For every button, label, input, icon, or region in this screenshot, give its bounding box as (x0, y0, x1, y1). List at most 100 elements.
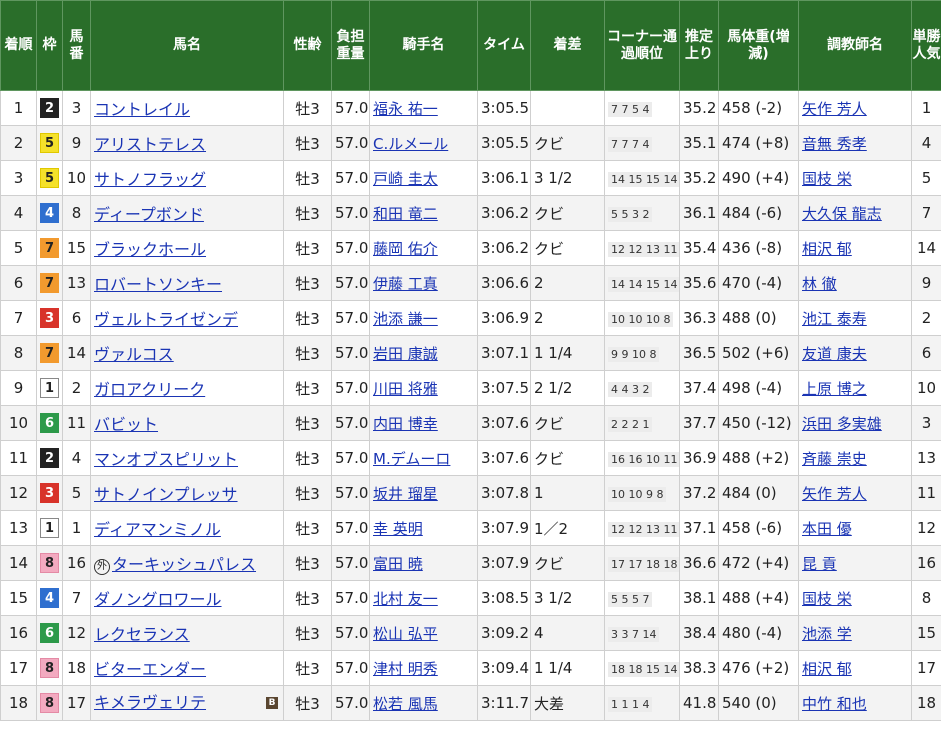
trainer-link[interactable]: 浜田 多実雄 (802, 415, 882, 433)
jockey-link[interactable]: 松山 弘平 (373, 625, 438, 643)
horse-link[interactable]: ブラックホール (94, 240, 206, 259)
umaban-cell: 10 (62, 160, 91, 196)
last3f-cell: 35.2 (679, 160, 719, 196)
umaban-cell: 12 (62, 615, 91, 651)
horse-link[interactable]: ディープボンド (94, 205, 204, 224)
jockey-link[interactable]: 松若 風馬 (373, 695, 438, 713)
trainer-link[interactable]: 国枝 栄 (802, 590, 852, 608)
jockey-link[interactable]: M.デムーロ (373, 450, 450, 468)
horse-link[interactable]: ディアマンミノル (94, 520, 221, 539)
weight-cell: 57.0 (331, 510, 370, 546)
trainer-link[interactable]: 本田 優 (802, 520, 852, 538)
waku-cell: 2 (36, 440, 63, 476)
jockey-link[interactable]: 藤岡 佑介 (373, 240, 438, 258)
horse-link[interactable]: コントレイル (94, 100, 190, 119)
horse-cell: ガロアクリーク (90, 370, 284, 406)
last3f-cell: 35.4 (679, 230, 719, 266)
trainer-link[interactable]: 相沢 郁 (802, 660, 852, 678)
horse-link[interactable]: バビット (94, 415, 158, 434)
last3f-cell: 36.5 (679, 335, 719, 371)
rank-cell: 15 (0, 580, 37, 616)
horse-link[interactable]: レクセランス (94, 625, 190, 644)
corner-positions: 10 10 9 8 (608, 487, 667, 502)
jockey-link[interactable]: 川田 将雅 (373, 380, 438, 398)
bodyweight-cell: 436 (-8) (718, 230, 799, 266)
trainer-link[interactable]: 上原 博之 (802, 380, 867, 398)
table-row: 18 8 17 キメラヴェリテ B 牡3 57.0 松若 風馬 3:11.7 大差 1 1 1 44… (0, 685, 941, 721)
waku-badge: 7 (40, 273, 59, 293)
corner-positions: 12 12 13 11 (608, 242, 679, 257)
jockey-link[interactable]: 津村 明秀 (373, 660, 438, 678)
jockey-link[interactable]: 坂井 瑠星 (373, 485, 438, 503)
horse-link[interactable]: ガロアクリーク (94, 380, 205, 399)
corner-cell: 7 7 5 4 (604, 90, 680, 126)
corner-cell: 17 17 18 18 (604, 545, 680, 581)
jockey-link[interactable]: 内田 博幸 (373, 415, 438, 433)
horse-link[interactable]: マンオブスピリット (94, 450, 238, 469)
jockey-link[interactable]: 池添 謙一 (373, 310, 438, 328)
waku-cell: 4 (36, 195, 63, 231)
horse-link[interactable]: ヴァルコス (94, 345, 174, 364)
time-cell: 3:05.5 (477, 125, 531, 161)
jockey-link[interactable]: 福永 祐一 (373, 100, 438, 118)
jockey-cell: 坂井 瑠星 (369, 475, 478, 511)
trainer-link[interactable]: 池添 学 (802, 625, 852, 643)
horse-link[interactable]: キメラヴェリテ (94, 693, 206, 712)
waku-cell: 6 (36, 405, 63, 441)
table-row: 4 4 8 ディープボンド 牡3 57.0 和田 竜二 3:06.2 クビ 5 5 3 2 36.1… (0, 195, 941, 231)
horse-link[interactable]: ビターエンダー (94, 660, 206, 679)
trainer-link[interactable]: 矢作 芳人 (802, 485, 867, 503)
horse-link[interactable]: ロバートソンキー (94, 275, 222, 294)
trainer-link[interactable]: 昆 貢 (802, 555, 837, 573)
waku-badge: 4 (40, 588, 59, 608)
jockey-link[interactable]: 幸 英明 (373, 520, 423, 538)
jockey-cell: M.デムーロ (369, 440, 478, 476)
table-row: 15 4 7 ダノングロワール 牡3 57.0 北村 友一 3:08.5 3 1/2 5 5 5 … (0, 580, 941, 616)
jockey-link[interactable]: 伊藤 工真 (373, 275, 438, 293)
corner-positions: 17 17 18 18 (608, 557, 679, 572)
jockey-cell: 福永 祐一 (369, 90, 478, 126)
jockey-link[interactable]: C.ルメール (373, 135, 448, 153)
horse-link[interactable]: ターキッシュパレス (112, 555, 256, 574)
trainer-link[interactable]: 中竹 和也 (802, 695, 867, 713)
jockey-link[interactable]: 岩田 康誠 (373, 345, 438, 363)
jockey-link[interactable]: 和田 竜二 (373, 205, 438, 223)
horse-link[interactable]: サトノインプレッサ (94, 485, 238, 504)
jockey-link[interactable]: 富田 暁 (373, 555, 423, 573)
margin-cell: クビ (530, 440, 605, 476)
header-waku: 枠 (36, 0, 63, 91)
last3f-cell: 35.1 (679, 125, 719, 161)
trainer-link[interactable]: 相沢 郁 (802, 240, 852, 258)
trainer-link[interactable]: 音無 秀孝 (802, 135, 867, 153)
table-row: 11 2 4 マンオブスピリット 牡3 57.0 M.デムーロ 3:07.6 クビ 16 16 1… (0, 440, 941, 476)
horse-link[interactable]: サトノフラッグ (94, 170, 206, 189)
jockey-link[interactable]: 戸崎 圭太 (373, 170, 438, 188)
corner-positions: 7 7 7 4 (608, 137, 653, 152)
trainer-link[interactable]: 友道 康夫 (802, 345, 867, 363)
trainer-link[interactable]: 矢作 芳人 (802, 100, 867, 118)
rank-cell: 7 (0, 300, 37, 336)
jockey-link[interactable]: 北村 友一 (373, 590, 438, 608)
margin-cell: 大差 (530, 685, 605, 721)
bodyweight-cell: 498 (-4) (718, 370, 799, 406)
popularity-cell: 4 (911, 125, 941, 161)
horse-cell: コントレイル (90, 90, 284, 126)
horse-link[interactable]: ヴェルトライゼンデ (94, 310, 238, 329)
trainer-link[interactable]: 池江 泰寿 (802, 310, 867, 328)
bodyweight-cell: 488 (0) (718, 300, 799, 336)
bodyweight-cell: 502 (+6) (718, 335, 799, 371)
horse-link[interactable]: ダノングロワール (94, 590, 222, 609)
table-row: 7 3 6 ヴェルトライゼンデ 牡3 57.0 池添 謙一 3:06.9 2 10 10 10 8… (0, 300, 941, 336)
sexage-cell: 牡3 (283, 230, 332, 266)
header-pop: 単勝人気 (911, 0, 941, 91)
horse-cell: ディープボンド (90, 195, 284, 231)
trainer-link[interactable]: 大久保 龍志 (802, 205, 882, 223)
horse-link[interactable]: アリストテレス (94, 135, 206, 154)
table-body: 1 2 3 コントレイル 牡3 57.0 福永 祐一 3:05.5 7 7 5 4 35.2 458… (0, 90, 941, 721)
waku-cell: 7 (36, 265, 63, 301)
trainer-link[interactable]: 林 徹 (802, 275, 837, 293)
weight-cell: 57.0 (331, 230, 370, 266)
bodyweight-cell: 450 (-12) (718, 405, 799, 441)
trainer-link[interactable]: 斉藤 崇史 (802, 450, 867, 468)
trainer-link[interactable]: 国枝 栄 (802, 170, 852, 188)
